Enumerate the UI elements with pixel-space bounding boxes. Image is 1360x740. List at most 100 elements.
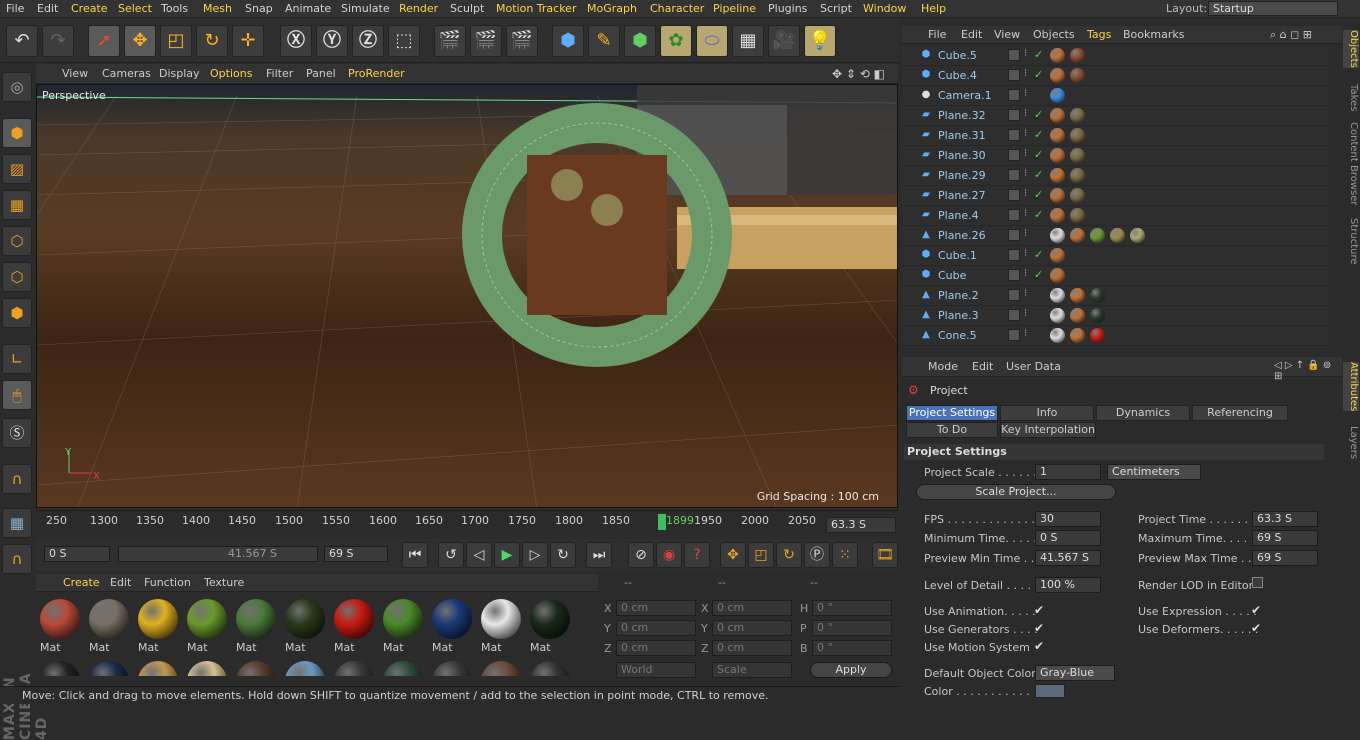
- tab-info[interactable]: Info: [1000, 405, 1094, 421]
- start-time-field[interactable]: 0 S: [44, 546, 110, 562]
- visibility-dots-icon[interactable]: ⁝: [1024, 48, 1027, 59]
- layer-swatch[interactable]: [1008, 269, 1020, 281]
- visibility-dots-icon[interactable]: ⁝: [1024, 268, 1027, 279]
- layout-select[interactable]: Startup: [1208, 1, 1338, 16]
- current-frame-field[interactable]: 63.3 S: [826, 517, 896, 533]
- tag-icon[interactable]: [1050, 148, 1065, 163]
- layer-swatch[interactable]: [1008, 189, 1020, 201]
- layer-swatch[interactable]: [1008, 89, 1020, 101]
- menu-tools[interactable]: Tools: [161, 2, 188, 15]
- tag-icon[interactable]: [1070, 108, 1085, 123]
- attr-menu-user-data[interactable]: User Data: [1006, 360, 1061, 373]
- object-row[interactable]: ▰ Plane.27 ⁝ ✓: [902, 186, 1328, 206]
- viewport-nav-icons[interactable]: ✥ ⇕ ⟲ ◧: [832, 67, 885, 81]
- tag-icon[interactable]: [1070, 188, 1085, 203]
- menu-snap[interactable]: Snap: [245, 2, 273, 15]
- material-swatch[interactable]: Mat: [528, 597, 572, 657]
- tab-referencing[interactable]: Referencing: [1192, 405, 1288, 421]
- pos-z-field[interactable]: 0 cm: [616, 640, 696, 656]
- object-row[interactable]: ▰ Plane.4 ⁝ ✓: [902, 206, 1328, 226]
- texture-mode-icon[interactable]: ▨: [2, 154, 32, 184]
- use-deformers-checkbox[interactable]: ✔: [1251, 621, 1261, 635]
- locked-workplane-icon[interactable]: ∩: [2, 544, 32, 574]
- next-frame-icon[interactable]: ▷: [522, 542, 548, 568]
- tag-icon[interactable]: [1070, 208, 1085, 223]
- obj-menu-objects[interactable]: Objects: [1033, 28, 1075, 41]
- default-color-dropdown[interactable]: Gray-Blue: [1035, 665, 1115, 681]
- menu-animate[interactable]: Animate: [285, 2, 331, 15]
- layer-swatch[interactable]: [1008, 129, 1020, 141]
- material-swatch[interactable]: [381, 659, 425, 676]
- visibility-dots-icon[interactable]: ⁝: [1024, 148, 1027, 159]
- attr-menu-edit[interactable]: Edit: [972, 360, 993, 373]
- tab-key-interpolation[interactable]: Key Interpolation: [1000, 422, 1096, 438]
- search-icon[interactable]: ⌕ ⌂ ◻ ⊞: [1270, 28, 1312, 42]
- key-pla-icon[interactable]: ⁙: [832, 542, 858, 568]
- material-swatch[interactable]: [528, 659, 572, 676]
- menu-simulate[interactable]: Simulate: [341, 2, 390, 15]
- tag-icon[interactable]: [1110, 228, 1125, 243]
- tag-icon[interactable]: [1070, 328, 1085, 343]
- material-swatch[interactable]: Mat: [381, 597, 425, 657]
- magnet-icon[interactable]: ∩: [2, 464, 32, 494]
- menu-file[interactable]: File: [6, 2, 24, 15]
- record-keys-icon[interactable]: ⊘: [628, 542, 654, 568]
- subdivision-icon[interactable]: ⬢: [624, 25, 656, 57]
- project-time-field[interactable]: 63.3 S: [1252, 511, 1318, 527]
- tab-attributes[interactable]: Attributes: [1343, 362, 1359, 412]
- snap-icon[interactable]: Ⓢ: [2, 418, 32, 448]
- enabled-check-icon[interactable]: ✓: [1034, 208, 1043, 221]
- rot-p-field[interactable]: 0 °: [812, 620, 892, 636]
- units-dropdown[interactable]: Centimeters: [1107, 464, 1201, 480]
- object-row[interactable]: ▰ Plane.32 ⁝ ✓: [902, 106, 1328, 126]
- points-mode-icon[interactable]: ⬡: [2, 226, 32, 256]
- menu-window[interactable]: Window: [863, 2, 906, 15]
- visibility-dots-icon[interactable]: ⁝: [1024, 308, 1027, 319]
- enabled-check-icon[interactable]: ✓: [1034, 68, 1043, 81]
- layer-swatch[interactable]: [1008, 149, 1020, 161]
- material-swatch[interactable]: [234, 659, 278, 676]
- tag-icon[interactable]: [1070, 308, 1085, 323]
- prev-frame-icon[interactable]: ◁: [466, 542, 492, 568]
- tag-icon[interactable]: [1050, 288, 1065, 303]
- lod-field[interactable]: 100 %: [1035, 577, 1101, 593]
- timeline-ruler[interactable]: 250 1300 1350 1400 1450 1500 1550 1600 1…: [36, 510, 898, 538]
- preview-range-slider[interactable]: 41.567 S: [118, 546, 318, 562]
- deformer-icon[interactable]: ⬭: [696, 25, 728, 57]
- tab-content-browser[interactable]: Content Browser: [1343, 122, 1359, 205]
- timeline-playhead[interactable]: [658, 514, 666, 530]
- material-swatch[interactable]: Mat: [136, 597, 180, 657]
- key-scale-icon[interactable]: ◰: [748, 542, 774, 568]
- workplane-icon[interactable]: ▦: [2, 190, 32, 220]
- min-time-field[interactable]: 0 S: [1035, 530, 1101, 546]
- rot-b-field[interactable]: 0 °: [812, 640, 892, 656]
- live-select-icon[interactable]: ➚: [88, 25, 120, 57]
- vp-menu-view[interactable]: View: [62, 67, 88, 80]
- vp-menu-panel[interactable]: Panel: [306, 67, 336, 80]
- material-swatch[interactable]: [87, 659, 131, 676]
- tag-icon[interactable]: [1050, 228, 1065, 243]
- layer-swatch[interactable]: [1008, 169, 1020, 181]
- timeline-window-icon[interactable]: 🎞: [872, 542, 898, 568]
- material-swatch[interactable]: [283, 659, 327, 676]
- tab-to-do[interactable]: To Do: [906, 422, 998, 438]
- material-swatch[interactable]: Mat: [185, 597, 229, 657]
- keyframe-selection-icon[interactable]: ?: [684, 542, 710, 568]
- use-motion-checkbox[interactable]: ✔: [1034, 639, 1044, 653]
- material-swatch[interactable]: [136, 659, 180, 676]
- tab-structure[interactable]: Structure: [1343, 218, 1359, 265]
- material-swatch[interactable]: [38, 659, 82, 676]
- visibility-dots-icon[interactable]: ⁝: [1024, 208, 1027, 219]
- enabled-check-icon[interactable]: ✓: [1034, 148, 1043, 161]
- floor-icon[interactable]: ▦: [732, 25, 764, 57]
- polygons-mode-icon[interactable]: ⬢: [2, 298, 32, 328]
- attr-menu-mode[interactable]: Mode: [928, 360, 958, 373]
- obj-menu-edit[interactable]: Edit: [961, 28, 982, 41]
- visibility-dots-icon[interactable]: ⁝: [1024, 228, 1027, 239]
- menu-help[interactable]: Help: [921, 2, 946, 15]
- undo-icon[interactable]: ↶: [6, 25, 38, 57]
- vp-menu-display[interactable]: Display: [159, 67, 200, 80]
- size-x-field[interactable]: 0 cm: [712, 600, 792, 616]
- z-axis-lock-icon[interactable]: Ⓩ: [352, 25, 384, 57]
- obj-menu-view[interactable]: View: [994, 28, 1020, 41]
